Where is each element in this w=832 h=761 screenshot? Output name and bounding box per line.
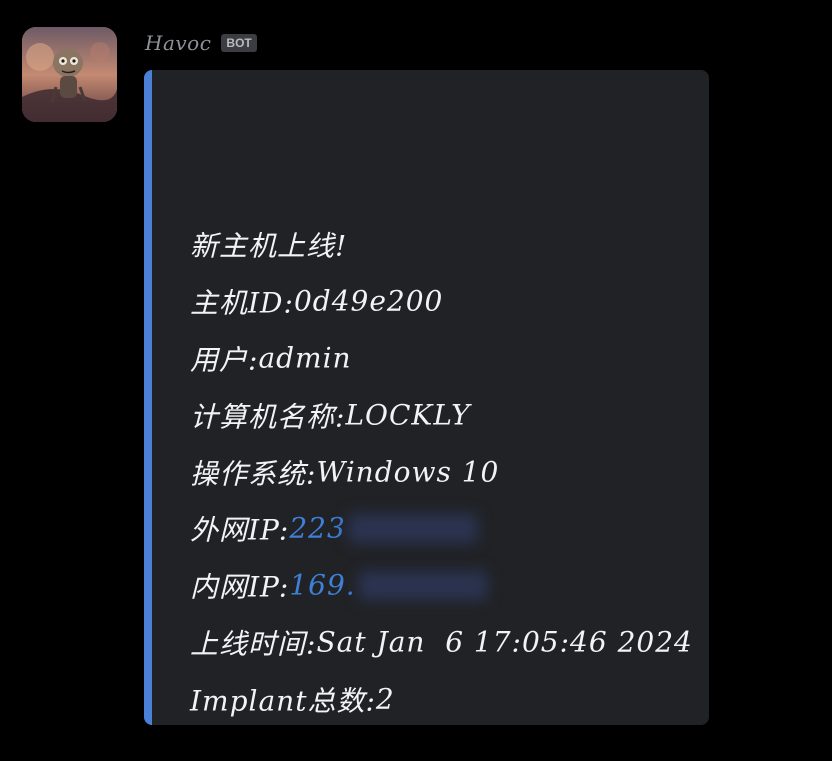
- line-label: 新主机上线!: [190, 229, 348, 262]
- redacted-blur: [357, 570, 488, 600]
- line-label: 操作系统:: [190, 457, 317, 490]
- line-value: 0d49e200: [293, 284, 444, 318]
- redacted-blur: [347, 513, 478, 543]
- line-label: Implant总数:: [190, 684, 376, 717]
- line-value: Sat Jan 6 17:05:46 2024: [316, 625, 693, 659]
- embed-line-user: 用户: admin: [190, 330, 352, 387]
- private-ip-link[interactable]: 169.: [289, 569, 355, 602]
- message-header: Havoc BOT: [145, 30, 257, 56]
- embed-line-public-ip: 外网IP: 223: [190, 500, 478, 557]
- author-name[interactable]: Havoc: [145, 31, 211, 55]
- embed-line-os: 操作系统: Windows 10: [190, 444, 499, 501]
- line-value: admin: [258, 341, 352, 375]
- line-label: 主机ID:: [190, 286, 294, 319]
- line-label: 外网IP:: [190, 513, 290, 546]
- bot-badge: BOT: [221, 34, 257, 52]
- line-value: 2: [375, 682, 395, 716]
- public-ip-link[interactable]: 223: [289, 512, 345, 545]
- embed-line-online-time: 上线时间: Sat Jan 6 17:05:46 2024: [190, 614, 693, 671]
- line-label: 用户:: [190, 343, 259, 376]
- embed-line-host-id: 主机ID: 0d49e200: [190, 273, 443, 330]
- bot-avatar[interactable]: [22, 27, 117, 122]
- embed-card: 新主机上线! 主机ID: 0d49e200 用户: admin 计算机名称: L…: [144, 70, 709, 725]
- embed-line-private-ip: 内网IP: 169.: [190, 557, 488, 614]
- chat-message: Havoc BOT 新主机上线! 主机ID: 0d49e200 用户: admi…: [0, 0, 832, 761]
- line-value: Windows 10: [316, 455, 500, 489]
- line-value: LOCKLY: [345, 398, 471, 432]
- line-label: 内网IP:: [190, 570, 290, 603]
- line-label: 计算机名称:: [190, 400, 346, 433]
- embed-line-title: 新主机上线!: [190, 216, 347, 273]
- embed-line-implant-count: Implant总数: 2: [190, 671, 395, 726]
- embed-accent-bar: [144, 70, 152, 725]
- embed-line-computer-name: 计算机名称: LOCKLY: [190, 387, 471, 444]
- line-label: 上线时间:: [190, 627, 317, 660]
